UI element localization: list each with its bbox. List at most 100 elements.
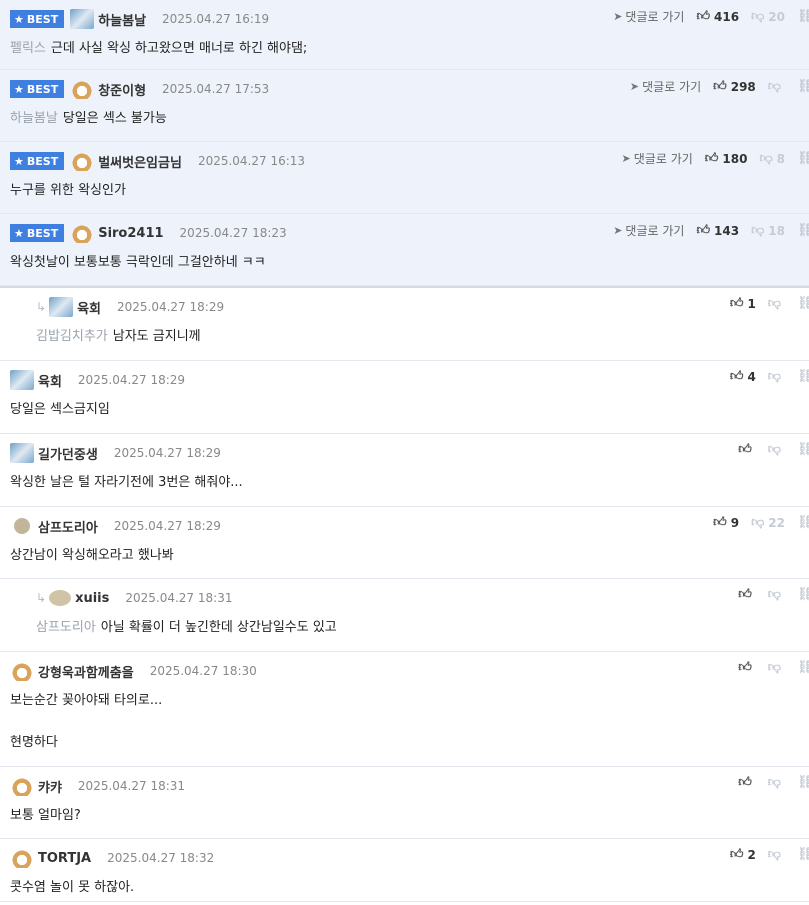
comment-author[interactable]: 육회 (38, 371, 62, 390)
dislike-button[interactable]: 👎︎ 18 (751, 223, 785, 238)
comment-body: 왁싱첫날이 보통보통 극락인데 그걸안하네 ㅋㅋ (10, 254, 809, 272)
thumbs-down-icon: 👎︎ (767, 442, 781, 457)
dislike-button[interactable]: 👎︎ (768, 442, 785, 457)
comment-text: 아닐 확률이 더 높긴한데 상간남일수도 있고 (100, 620, 337, 635)
link-icon[interactable]: ⛓ (797, 296, 809, 311)
thumbs-down-icon: 👎︎ (751, 223, 765, 238)
like-button[interactable]: 👍︎ 416 (696, 9, 739, 24)
comment-body: 하늘봄날 당일은 섹스 불가능 (10, 110, 809, 128)
mention[interactable]: 펠릭스 (10, 41, 46, 56)
like-button[interactable]: 👍︎ 180 (705, 151, 748, 166)
link-icon[interactable]: ⛓ (797, 660, 809, 675)
comment-body: 김밥김치추가 남자도 금지니께 (36, 328, 809, 346)
comment-author[interactable]: TORTJA (38, 851, 91, 866)
send-icon: ➤ (621, 152, 631, 165)
send-icon: ➤ (629, 80, 640, 93)
comment-date: 2025.04.27 18:29 (77, 373, 186, 387)
thumbs-down-icon: 👎︎ (767, 369, 781, 384)
fox-avatar (10, 848, 34, 868)
comment-row: 삼프도리아 2025.04.27 18:29 상간남이 왁싱해오라고 했나봐 👍︎ 9 👎… (0, 507, 809, 579)
comment-text: 당일은 섹스금지임 (10, 402, 110, 417)
comment-author[interactable]: Siro2411 (98, 226, 163, 241)
like-button[interactable]: 👍︎ 9 (713, 515, 739, 530)
comment-text: 상간남이 왁싱해오라고 했나봐 (10, 548, 174, 563)
comment-row: 육회 2025.04.27 18:29 당일은 섹스금지임 👍︎ 4 👎︎ ⛓ (0, 361, 809, 434)
like-button[interactable]: 👍︎ 298 (713, 79, 756, 94)
comment-tools: 👍︎ 👎︎ ⛓ (738, 775, 809, 790)
comment-text: 왁싱한 날은 털 자라기전에 3번은 해줘야... (10, 475, 243, 490)
dislike-button[interactable]: 👎︎ (768, 660, 785, 675)
comment-author[interactable]: 벌써벗은임금님 (98, 152, 182, 171)
dot-avatar (14, 518, 30, 534)
mention[interactable]: 삼프도리아 (36, 620, 96, 635)
like-button[interactable]: 👍︎ 1 (730, 296, 756, 311)
link-icon[interactable]: ⛓ (797, 442, 809, 457)
goto-comment-link[interactable]: ➤ 댓글로 가기 (622, 150, 693, 167)
like-button[interactable]: 👍︎ (738, 660, 756, 675)
comment-date: 2025.04.27 17:53 (162, 82, 270, 96)
comment-tools: ➤ 댓글로 가기 👍︎ 143 👎︎ 18 ⛓ (613, 222, 809, 239)
dislike-button[interactable]: 👎︎ 8 (759, 151, 785, 166)
comment-row: 캬캬 2025.04.27 18:31 보통 얼마임? 👍︎ 👎︎ ⛓ (0, 767, 809, 839)
dislike-button[interactable]: 👎︎ (768, 587, 785, 602)
comment-author[interactable]: xuiis (75, 591, 109, 606)
like-button[interactable]: 👍︎ 4 (730, 369, 756, 384)
thumbs-up-icon: 👍︎ (738, 775, 752, 790)
like-button[interactable]: 👍︎ (738, 775, 756, 790)
link-icon[interactable]: ⛓ (797, 151, 809, 166)
mention[interactable]: 김밥김치추가 (36, 329, 108, 344)
comment-author[interactable]: 육회 (77, 298, 101, 317)
link-icon[interactable]: ⛓ (797, 587, 809, 602)
link-icon[interactable]: ⛓ (797, 369, 809, 384)
comment-tools: ➤ 댓글로 가기 👍︎ 298 👎︎ ⛓ (630, 78, 809, 95)
comment-author[interactable]: 캬캬 (38, 777, 62, 796)
comment-row: ↳ xuiis 2025.04.27 18:31 삼프도리아 아닐 확률이 더 높긴한데… (0, 579, 809, 652)
goto-comment-link[interactable]: ➤ 댓글로 가기 (613, 8, 684, 25)
like-button[interactable]: 👍︎ (738, 442, 756, 457)
comment-body: 누구를 위한 왁싱인가 (10, 182, 809, 200)
comment-row: ★ BEST 하늘봄날 2025.04.27 16:19 펠릭스 근데 사실 왁싱 하고왔… (0, 0, 809, 70)
comment-row: TORTJA 2025.04.27 18:32 콧수염 놀이 못 하잖아. 👍︎ 2 👎︎… (0, 839, 809, 902)
dislike-button[interactable]: 👎︎ (768, 847, 785, 862)
thumbs-down-icon: 👎︎ (767, 775, 781, 790)
link-icon[interactable]: ⛓ (797, 223, 809, 238)
best-badge: ★ BEST (10, 152, 65, 170)
dislike-button[interactable]: 👎︎ (768, 369, 785, 384)
bear-avatar (70, 9, 95, 29)
comment-body: 삼프도리아 아닐 확률이 더 높긴한데 상간남일수도 있고 (36, 619, 809, 637)
comment-body: 보통 얼마임? (10, 807, 809, 825)
goto-comment-link[interactable]: ➤ 댓글로 가기 (630, 78, 701, 95)
dislike-button[interactable]: 👎︎ 20 (751, 9, 785, 24)
dislike-button[interactable]: 👎︎ (768, 775, 785, 790)
link-icon[interactable]: ⛓ (797, 847, 809, 862)
comment-author[interactable]: 강형욱과함께춤을 (38, 662, 134, 681)
dislike-button[interactable]: 👎︎ (768, 296, 785, 311)
like-button[interactable]: 👍︎ 2 (730, 847, 756, 862)
comment-text: 당일은 섹스 불가능 (62, 111, 167, 126)
goto-comment-link[interactable]: ➤ 댓글로 가기 (613, 222, 684, 239)
comment-body: 콧수염 놀이 못 하잖아. (10, 879, 809, 897)
comment-author[interactable]: 창준이형 (98, 80, 146, 99)
best-badge: ★ BEST (10, 80, 65, 98)
comment-body: 상간남이 왁싱해오라고 했나봐 (10, 547, 809, 565)
thumbs-up-icon: 👍︎ (729, 369, 744, 384)
comment-author[interactable]: 길가던중생 (38, 444, 98, 463)
comment-tools: 👍︎ 1 👎︎ ⛓ (730, 296, 809, 311)
mention[interactable]: 하늘봄날 (10, 111, 58, 126)
comment-text: 콧수염 놀이 못 하잖아. (10, 880, 135, 895)
link-icon[interactable]: ⛓ (797, 9, 809, 24)
like-button[interactable]: 👍︎ (738, 587, 756, 602)
comment-tools: ➤ 댓글로 가기 👍︎ 416 👎︎ 20 ⛓ (613, 8, 809, 25)
like-button[interactable]: 👍︎ 143 (696, 223, 739, 238)
dislike-button[interactable]: 👎︎ (768, 79, 785, 94)
comment-author[interactable]: 삼프도리아 (38, 517, 98, 536)
thumbs-up-icon: 👍︎ (729, 847, 744, 862)
link-icon[interactable]: ⛓ (797, 515, 809, 530)
link-icon[interactable]: ⛓ (797, 775, 809, 790)
comment-date: 2025.04.27 16:13 (197, 154, 306, 168)
dislike-button[interactable]: 👎︎ 22 (751, 515, 785, 530)
link-icon[interactable]: ⛓ (797, 79, 809, 94)
comment-author[interactable]: 하늘봄날 (98, 10, 146, 29)
comment-body: 보는순간 꽂아야돼 타의로... 현명하다 (10, 692, 809, 752)
comment-tools: 👍︎ 👎︎ ⛓ (738, 660, 809, 675)
